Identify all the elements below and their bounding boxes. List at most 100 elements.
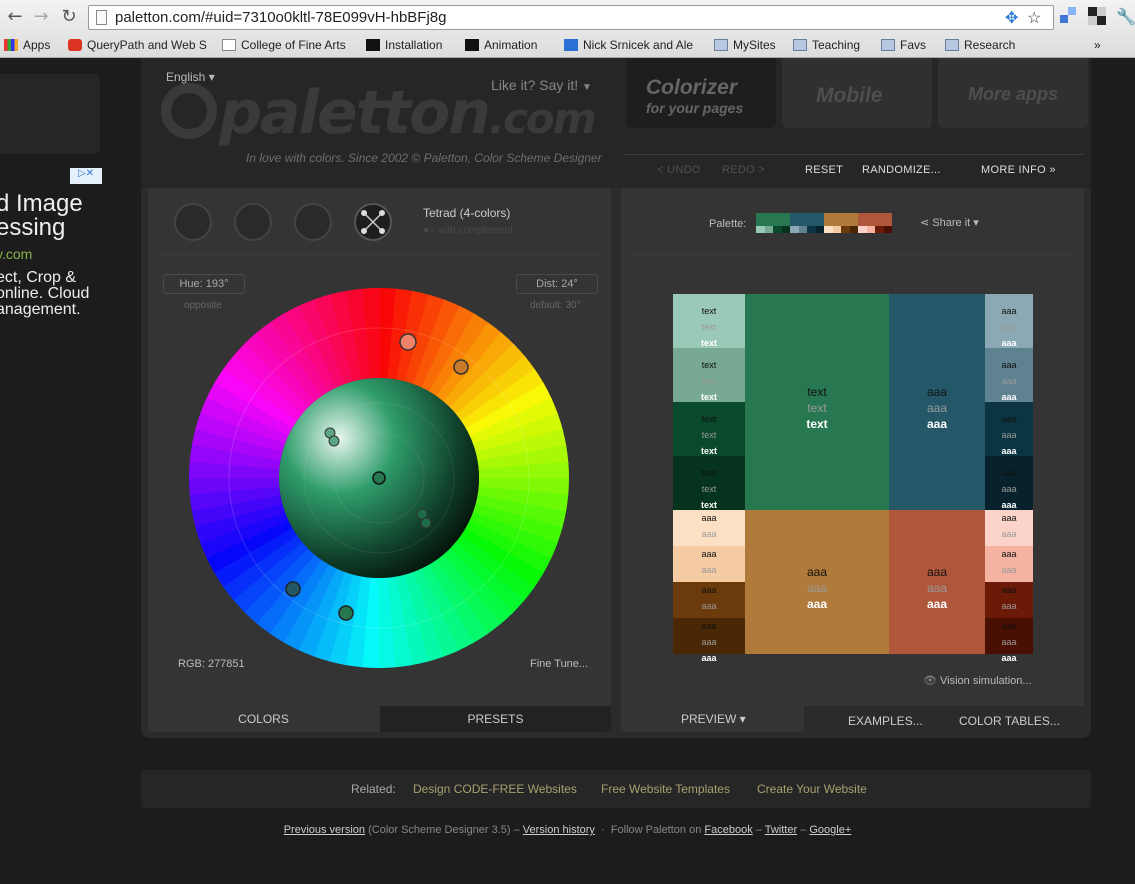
bookmark-research[interactable]: Research [945, 38, 1015, 52]
version-history-link[interactable]: Version history [523, 824, 595, 836]
bookmark-favs[interactable]: Favs [881, 38, 926, 52]
page-icon [96, 10, 107, 25]
palette-swatch-red[interactable] [858, 213, 892, 233]
forward-arrow-icon[interactable]: → [30, 6, 52, 28]
preview-shade-orange: aaaaaaaaa [673, 582, 745, 627]
related-link[interactable]: Free Website Templates [601, 782, 730, 796]
reload-icon[interactable]: ↻ [58, 6, 80, 28]
with-complement-toggle[interactable]: ●○ with complement [423, 225, 513, 236]
related-label: Related: [351, 782, 396, 796]
bookmark-mysites[interactable]: MySites [714, 38, 776, 52]
hue-handle-orange[interactable] [453, 359, 469, 375]
site-icon [465, 39, 479, 51]
fine-tune-button[interactable]: Fine Tune... [530, 658, 588, 670]
wrench-icon[interactable]: 🔧 [1116, 7, 1135, 26]
palette-swatch-orange[interactable] [824, 213, 858, 233]
url-text[interactable]: paletton.com/#uid=7310o0kltl-78E099vH-hb… [115, 9, 446, 26]
undo-button[interactable]: < UNDO [657, 164, 701, 176]
related-link[interactable]: Design CODE-FREE Websites [413, 782, 577, 796]
related-link[interactable]: Create Your Website [757, 782, 867, 796]
adchoices-icon[interactable]: ▷✕ [70, 168, 102, 184]
preview-main-red: aaa aaa aaa [889, 510, 985, 654]
extension-icon[interactable]: ✥ [1005, 8, 1018, 28]
bookmark-querypath[interactable]: QueryPath and Web S [68, 38, 207, 52]
logo-drop-icon [161, 83, 217, 139]
adjacent-scheme-icon[interactable] [234, 203, 272, 241]
preview-shade-orange: aaaaaaaaa [673, 546, 745, 591]
preview-shade-orange: aaaaaaaaa [673, 618, 745, 663]
bookmark-fine-arts[interactable]: College of Fine Arts [222, 38, 346, 52]
shade-handle[interactable] [328, 435, 340, 447]
bookmark-srnicek[interactable]: Nick Srnicek and Ale [564, 38, 693, 52]
ad-banner-box [0, 74, 100, 154]
tab-color-tables[interactable]: COLOR TABLES... [959, 714, 1060, 728]
triad-scheme-icon[interactable] [294, 203, 332, 241]
color-wheel-panel: Tetrad (4-colors) ●○ with complement Hue… [148, 188, 611, 732]
hue-handle-blue[interactable] [285, 581, 301, 597]
folder-icon [881, 39, 895, 51]
twitter-link[interactable]: Twitter [765, 824, 797, 836]
vision-simulation-button[interactable]: 👁 Vision simulation... [923, 674, 1032, 687]
checker-extension-icon[interactable] [1088, 7, 1106, 25]
preview-shade-green: text text text [673, 456, 745, 510]
preview-main-blue: aaa aaa aaa [889, 294, 985, 510]
scheme-name: Tetrad (4-colors) [423, 206, 511, 220]
googleplus-link[interactable]: Google+ [809, 824, 851, 836]
tab-examples[interactable]: EXAMPLES... [848, 714, 923, 728]
preview-shade-red: aaaaaaaaa [985, 582, 1033, 627]
mono-scheme-icon[interactable] [174, 203, 212, 241]
folder-icon [793, 39, 807, 51]
preview-panel: Palette: ⋖ Share it ▾ text text text text te… [621, 188, 1084, 732]
browser-chrome: ← → ↻ paletton.com/#uid=7310o0kltl-78E09… [0, 0, 1135, 58]
bookmarks-overflow[interactable]: » [1094, 38, 1101, 52]
reset-button[interactable]: RESET [805, 164, 843, 176]
tab-mobile[interactable]: Mobile [782, 58, 932, 128]
tab-presets[interactable]: PRESETS [380, 706, 611, 732]
color-wheel[interactable] [189, 288, 569, 668]
folder-icon [714, 39, 728, 51]
shade-handle[interactable] [420, 517, 432, 529]
star-icon[interactable]: ☆ [1027, 8, 1041, 28]
preview-grid: text text text text text text text text text text… [673, 294, 1033, 663]
bookmark-teaching[interactable]: Teaching [793, 38, 860, 52]
tab-more-apps[interactable]: More apps [938, 58, 1088, 128]
palette-swatch-blue[interactable] [790, 213, 824, 233]
redo-button[interactable]: REDO > [722, 164, 765, 176]
hue-handle-green[interactable] [338, 605, 354, 621]
preview-shade-green: text text text [673, 294, 745, 348]
header: English ▾ paletton.com In love with colo… [141, 58, 1091, 188]
divider [162, 254, 597, 255]
left-tabs: COLORS PRESETS [148, 706, 611, 732]
bookmark-installation[interactable]: Installation [366, 38, 442, 52]
preview-shade-green: text text text [673, 402, 745, 456]
divider [635, 254, 1070, 255]
like-it-button[interactable]: Like it? Say it! ▼ [491, 77, 592, 93]
share-button[interactable]: ⋖ Share it ▾ [920, 216, 979, 229]
palette-swatch-green[interactable] [756, 213, 790, 233]
previous-version-link[interactable]: Previous version [284, 824, 365, 836]
site-icon [366, 39, 380, 51]
preview-shade-blue: aaa aaa aaa [985, 402, 1033, 456]
share-icon: ⋖ [920, 217, 930, 229]
tab-preview[interactable]: PREVIEW ▾ [621, 706, 804, 732]
back-arrow-icon[interactable]: ← [4, 6, 26, 28]
extension-grid-icon[interactable] [1060, 7, 1078, 25]
shade-handle[interactable] [416, 508, 428, 520]
preview-main-green: text text text [745, 294, 889, 510]
bookmark-animation[interactable]: Animation [465, 38, 537, 52]
center-handle[interactable] [372, 471, 386, 485]
more-info-button[interactable]: MORE INFO » [981, 164, 1056, 176]
tetrad-scheme-icon[interactable] [354, 203, 392, 241]
bookmark-apps[interactable]: Apps [4, 38, 50, 52]
tab-colors[interactable]: COLORS [148, 706, 379, 732]
facebook-link[interactable]: Facebook [704, 824, 752, 836]
preview-shade-red: aaaaaaaaa [985, 618, 1033, 663]
hue-handle-red[interactable] [399, 333, 417, 351]
address-bar[interactable]: paletton.com/#uid=7310o0kltl-78E099vH-hb… [88, 5, 1054, 30]
tab-colorizer[interactable]: Colorizer for your pages [626, 58, 776, 128]
eye-icon: 👁 [923, 675, 937, 687]
toggle-icon: ●○ [423, 225, 436, 236]
randomize-button[interactable]: RANDOMIZE... [862, 164, 941, 176]
ad-text: anagement. [0, 301, 81, 318]
side-advertisement[interactable]: ▷✕ d Image essing y.com ect, Crop & onli… [0, 58, 110, 884]
